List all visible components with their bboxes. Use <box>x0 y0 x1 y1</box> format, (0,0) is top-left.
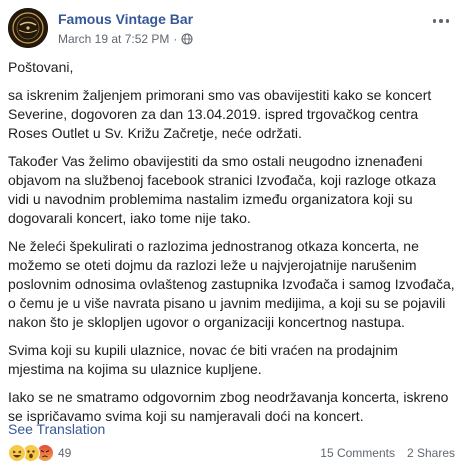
page-avatar[interactable] <box>8 8 48 48</box>
meta-separator: · <box>173 32 178 46</box>
post-stats: 15 Comments 2 Shares <box>320 446 455 460</box>
reaction-count: 49 <box>58 446 72 460</box>
reactions-summary[interactable]: 49 <box>8 444 71 462</box>
more-dots-icon[interactable] <box>429 12 453 30</box>
post-paragraph: Također Vas želimo obavijestiti da smo o… <box>8 153 437 226</box>
post-timestamp[interactable]: March 19 at 7:52 PM <box>58 32 169 46</box>
post-paragraph: Poštovani, <box>8 59 74 75</box>
post-meta: March 19 at 7:52 PM · <box>58 32 193 46</box>
post-paragraph: Ne želeći špekulirati o razlozima jednos… <box>8 238 455 330</box>
see-translation-link[interactable]: See Translation <box>8 421 105 437</box>
comments-count-link[interactable]: 15 Comments <box>320 446 395 460</box>
facebook-post: Famous Vintage Bar March 19 at 7:52 PM ·… <box>0 0 465 472</box>
post-paragraph: sa iskrenim žaljenjem primorani smo vas … <box>8 87 432 141</box>
post-paragraph: Svima koji su kupili ulaznice, novac će … <box>8 342 398 377</box>
post-footer: 49 15 Comments 2 Shares <box>8 444 457 464</box>
page-name-link[interactable]: Famous Vintage Bar <box>58 11 193 27</box>
post-header: Famous Vintage Bar March 19 at 7:52 PM · <box>8 8 457 48</box>
vintage-bar-logo-icon <box>8 8 48 48</box>
post-body: Poštovani, sa iskrenim žaljenjem primora… <box>8 58 456 435</box>
shares-count-link[interactable]: 2 Shares <box>407 446 455 460</box>
globe-icon[interactable] <box>181 33 193 45</box>
haha-reaction-icon <box>8 444 26 462</box>
